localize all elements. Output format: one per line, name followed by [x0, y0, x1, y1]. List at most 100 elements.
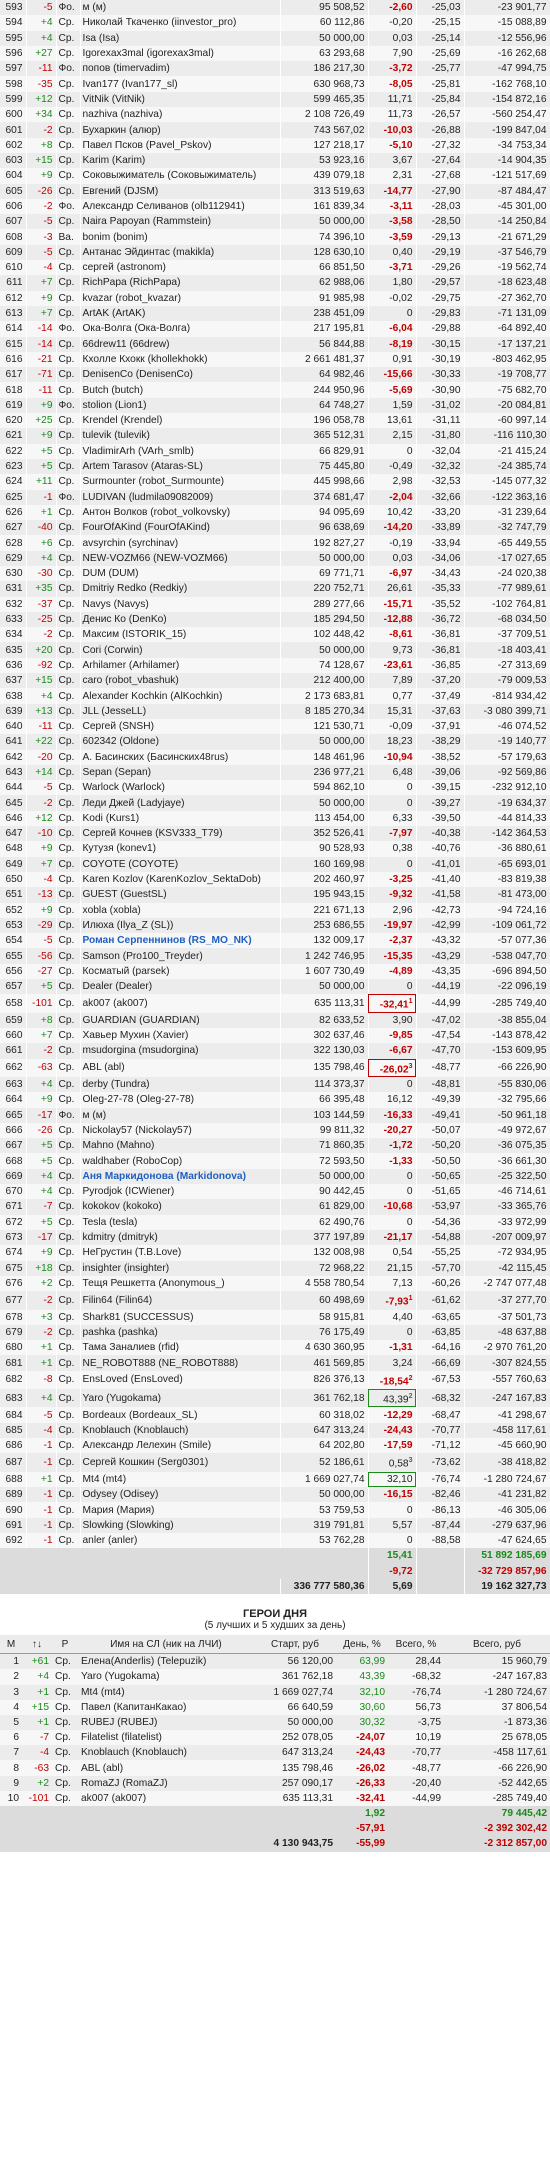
table-row[interactable]: 629 +4 Ср. NEW-VOZM66 (NEW-VOZM66) 50 000,00… — [0, 550, 550, 566]
hero-row[interactable]: 2 +4 Ср. Yaro (Yugokama) 361 762,18 43,39 -68,… — [0, 1669, 550, 1685]
table-row[interactable]: 688 +1 Ср. Mt4 (mt4) 1 669 027,74 32,10 -76,74… — [0, 1471, 550, 1488]
table-row[interactable]: 682 -8 Ср. EnsLoved (EnsLoved) 826 376,13 -18… — [0, 1370, 550, 1390]
table-row[interactable]: 633 -25 Ср. Денис Ко (DenKo) 185 294,50 -12,8… — [0, 611, 550, 628]
hero-row[interactable]: 5 +1 Ср. RUBEJ (RUBEJ) 50 000,00 30,32 -3,75 -1… — [0, 1714, 550, 1731]
table-row[interactable]: 679 -2 Ср. pashka (pashka) 76 175,49 0 -63,85-… — [0, 1324, 550, 1341]
table-row[interactable]: 625 -1 Фо. LUDIVAN (ludmila09082009) 374 681… — [0, 489, 550, 505]
table-row[interactable]: 648 +9 Ср. Кутузя (konev1) 90 528,93 0,38 -40,… — [0, 841, 550, 857]
table-row[interactable]: 622 +5 Ср. VladimirArh (VArh_smlb) 66 829,91… — [0, 443, 550, 459]
table-row[interactable]: 681 +1 Ср. NE_ROBOT888 (NE_ROBOT888) 461 569… — [0, 1355, 550, 1371]
table-row[interactable]: 638 +4 Ср. Alexander Kochkin (AlKochkin) 2 1… — [0, 688, 550, 704]
table-row[interactable]: 597 -11 Фо. попов (timervadim) 186 217,30 -3,… — [0, 61, 550, 77]
table-row[interactable]: 605 -26 Ср. Евгений (DJSM) 313 519,63 -14,77-… — [0, 183, 550, 199]
table-row[interactable]: 659 +8 Ср. GUARDIAN (GUARDIAN) 82 633,52 3,90… — [0, 1012, 550, 1028]
hero-row[interactable]: 7 -4 Ср. Knoblauch (Knoblauch) 647 313,24 -24… — [0, 1745, 550, 1761]
table-row[interactable]: 604 +9 Ср. Соковыжиматель (Соковыжиматель) 4… — [0, 168, 550, 184]
table-row[interactable]: 637 +15 Ср. caro (robot_vbashuk) 212 400,00 7… — [0, 673, 550, 689]
table-row[interactable]: 677 -2 Ср. Filin64 (Filin64) 60 498,69 -7,931… — [0, 1291, 550, 1310]
table-row[interactable]: 651 -13 Ср. GUEST (GuestSL) 195 943,15 -9,32-… — [0, 887, 550, 903]
table-row[interactable]: 685 -4 Ср. Knoblauch (Knoblauch) 647 313,24-… — [0, 1422, 550, 1439]
table-row[interactable]: 623 +5 Ср. Artem Tarasov (Ataras-SL) 75 445,… — [0, 458, 550, 475]
hero-row[interactable]: 6 -7 Ср. Filatelist (filatelist) 252 078,05-… — [0, 1730, 550, 1746]
table-row[interactable]: 667 +5 Ср. Mahno (Mahno) 71 860,35 -1,72 -50,2… — [0, 1138, 550, 1154]
table-row[interactable]: 661 -2 Ср. msudorgina (msudorgina) 322 130,0… — [0, 1043, 550, 1059]
table-row[interactable]: 646 +12 Ср. Kodi (Kurs1) 113 454,00 6,33 -39,5… — [0, 810, 550, 827]
table-row[interactable]: 600 +34 Ср. nazhiva (nazhiva) 2 108 726,49 11… — [0, 107, 550, 123]
hero-row[interactable]: 10 -101 Ср. ak007 (ak007) 635 113,31 -32,41 -4… — [0, 1790, 550, 1807]
table-row[interactable]: 658 -101 Ср. ak007 (ak007) 635 113,31 -32,411… — [0, 994, 550, 1013]
table-row[interactable]: 612 +9 Ср. kvazar (robot_kvazar) 91 985,98 -0… — [0, 290, 550, 306]
table-row[interactable]: 662 -63 Ср. ABL (abl) 135 798,46 -26,023 -48,7… — [0, 1058, 550, 1077]
table-row[interactable]: 642 -20 Ср. А. Басинских (Басинских48rus) 14… — [0, 749, 550, 765]
table-row[interactable]: 650 -4 Ср. Karen Kozlov (KarenKozlov_SektaD… — [0, 871, 550, 888]
table-row[interactable]: 609 -5 Ср. Антанас Эйдинтас (makikla) 128 63… — [0, 244, 550, 261]
table-row[interactable]: 670 +4 Ср. Pyrodjok (ICWiener) 90 442,45 0 -51… — [0, 1184, 550, 1200]
table-row[interactable]: 653 -29 Ср. Илюха (Ilya_Z (SL)) 253 686,55 -1… — [0, 917, 550, 934]
table-row[interactable]: 645 -2 Ср. Леди Джей (Ladyjaye) 50 000,00 0 -3… — [0, 795, 550, 811]
table-row[interactable]: 687 -1 Ср. Сергей Кошкин (Serg0301) 52 186,6… — [0, 1453, 550, 1472]
hero-row[interactable]: 9 +2 Ср. RomaZJ (RomaZJ) 257 090,17 -26,33 -20… — [0, 1775, 550, 1791]
table-row[interactable]: 660 +7 Ср. Хавьер Мухин (Xavier) 302 637,46-… — [0, 1027, 550, 1044]
table-row[interactable]: 607 -5 Ср. Naira Papoyan (Rammstein) 50 000,… — [0, 214, 550, 230]
table-row[interactable]: 603 +15 Ср. Karim (Karim) 53 923,16 3,67 -27,6… — [0, 152, 550, 169]
table-row[interactable]: 663 +4 Ср. derby (Tundra) 114 373,37 0 -48,81-… — [0, 1076, 550, 1093]
table-row[interactable]: 602 +8 Ср. Павел Псков (Pavel_Pskov) 127 218… — [0, 137, 550, 153]
table-row[interactable]: 676 +2 Ср. Тещя Решкетта (Anonymous_) 4 558 … — [0, 1275, 550, 1292]
table-row[interactable]: 640 -11 Ср. Сергей (SNSH) 121 530,71 -0,09 -37… — [0, 718, 550, 735]
table-row[interactable]: 641 +22 Ср. 602342 (Oldone) 50 000,00 18,23 -3… — [0, 734, 550, 750]
table-row[interactable]: 668 +5 Ср. waldhaber (RoboCop) 72 593,50 -1,3… — [0, 1153, 550, 1169]
table-row[interactable]: 656 -27 Ср. Косматый (parsek) 1 607 730,49 -4… — [0, 963, 550, 979]
table-row[interactable]: 678 +3 Ср. Shark81 (SUCCESSUS) 58 915,81 4,40… — [0, 1309, 550, 1325]
table-row[interactable]: 619 +9 Фо. stolion (Lion1) 64 748,27 1,59 -31,… — [0, 397, 550, 414]
table-row[interactable]: 601 -2 Ср. Бухаркин (алюр) 743 567,02 -10,03-… — [0, 122, 550, 138]
table-row[interactable]: 675 +18 Ср. insighter (insighter) 72 968,22 2… — [0, 1260, 550, 1276]
table-row[interactable]: 627 -40 Ср. FourOfAKind (FourOfAKind) 96 638… — [0, 520, 550, 536]
table-row[interactable]: 613 +7 Ср. ArtAK (ArtAK) 238 451,09 0 -29,83 -7… — [0, 305, 550, 322]
table-row[interactable]: 673 -17 Ср. kdmitry (dmitryk) 377 197,89 -21,… — [0, 1229, 550, 1246]
table-row[interactable]: 672 +5 Ср. Tesla (tesla) 62 490,76 0 -54,36 -33… — [0, 1214, 550, 1230]
table-row[interactable]: 657 +5 Ср. Dealer (Dealer) 50 000,00 0 -44,19-… — [0, 979, 550, 995]
table-row[interactable]: 664 +9 Ср. Oleg-27-78 (Oleg-27-78) 66 395,48… — [0, 1092, 550, 1108]
table-row[interactable]: 628 +6 Ср. avsyrchin (syrchinav) 192 827,27-… — [0, 535, 550, 551]
table-row[interactable]: 606 -2 Фо. Александр Селиванов (olb112941) 1… — [0, 198, 550, 215]
hero-row[interactable]: 4 +15 Ср. Павел (КапитанКакао) 66 640,59 30,6… — [0, 1699, 550, 1715]
table-row[interactable]: 665 -17 Фо. м (м) 103 144,59 -16,33 -49,41 -50 … — [0, 1107, 550, 1123]
hero-row[interactable]: 1 +61 Ср. Елена(Anderlis) (Telepuzik) 56 120… — [0, 1653, 550, 1670]
table-row[interactable]: 593 -5 Фо. м (м) 95 508,52 -2,60 -25,03 -23 901… — [0, 0, 550, 16]
table-row[interactable]: 690 -1 Ср. Мария (Мария) 53 759,53 0 -86,13 -46… — [0, 1502, 550, 1518]
table-row[interactable]: 636 -92 Ср. Arhilamer (Arhilamer) 74 128,67-… — [0, 657, 550, 674]
table-row[interactable]: 684 -5 Ср. Bordeaux (Bordeaux_SL) 60 318,02-… — [0, 1407, 550, 1423]
table-row[interactable]: 595 +4 Ср. Isa (Isa) 50 000,00 0,03 -25,14 -12 … — [0, 30, 550, 46]
table-row[interactable]: 666 -26 Ср. Nickolay57 (Nickolay57) 99 811,3… — [0, 1122, 550, 1139]
table-row[interactable]: 652 +9 Ср. xobla (xobla) 221 671,13 2,96 -42,7… — [0, 902, 550, 918]
table-row[interactable]: 630 -30 Ср. DUM (DUM) 69 771,71 -6,97 -34,43 -2… — [0, 565, 550, 582]
table-row[interactable]: 683 +4 Ср. Yaro (Yugokama) 361 762,18 43,392-… — [0, 1389, 550, 1408]
table-row[interactable]: 616 -21 Ср. Кхолле Кхокк (khollekhokk) 2 661… — [0, 351, 550, 368]
table-row[interactable]: 689 -1 Ср. Odysey (Odisey) 50 000,00 -16,15 -8… — [0, 1487, 550, 1503]
table-row[interactable]: 655 -56 Ср. Samson (Pro100_Treyder) 1 242 74… — [0, 948, 550, 964]
table-row[interactable]: 691 -1 Ср. Slowking (Slowking) 319 791,81 5,5… — [0, 1517, 550, 1533]
table-row[interactable]: 643 +14 Ср. Sepan (Sepan) 236 977,21 6,48 -39,… — [0, 764, 550, 781]
table-row[interactable]: 596 +27 Ср. Igorexax3mal (igorexax3mal) 63 2… — [0, 45, 550, 62]
table-row[interactable]: 617 -71 Ср. DenisenCo (DenisenCo) 64 982,46-… — [0, 367, 550, 383]
table-row[interactable]: 614 -14 Фо. Ока-Волга (Ока-Волга) 217 195,81… — [0, 321, 550, 337]
table-row[interactable]: 599 +12 Ср. VitNik (VitNik) 599 465,35 11,71-… — [0, 91, 550, 108]
table-row[interactable]: 634 -2 Ср. Максим (ISTORIK_15) 102 448,42 -8,… — [0, 627, 550, 643]
table-row[interactable]: 594 +4 Ср. Николай Ткаченко (iinvestor_pro)… — [0, 15, 550, 31]
hero-row[interactable]: 3 +1 Ср. Mt4 (mt4) 1 669 027,74 32,10 -76,74 -1… — [0, 1684, 550, 1700]
table-row[interactable]: 644 -5 Ср. Warlock (Warlock) 594 862,10 0 -39,… — [0, 780, 550, 796]
table-row[interactable]: 610 -4 Ср. сергей (astronom) 66 851,50 -3,71-… — [0, 260, 550, 276]
table-row[interactable]: 671 -7 Ср. kokokov (kokoko) 61 829,00 -10,68-… — [0, 1199, 550, 1215]
table-row[interactable]: 686 -1 Ср. Александр Лелехин (Smile) 64 202,… — [0, 1438, 550, 1454]
table-row[interactable]: 674 +9 Ср. НеГрустин (T.B.Love) 132 008,98 0,… — [0, 1245, 550, 1261]
table-row[interactable]: 598 -35 Ср. Ivan177 (Ivan177_sl) 630 968,73-… — [0, 76, 550, 92]
table-row[interactable]: 639 +13 Ср. JLL (JesseLL) 8 185 270,34 15,31-… — [0, 703, 550, 719]
table-row[interactable]: 654 -5 Ср. Роман Серпеннинов (RS_MO_NK) 132 … — [0, 933, 550, 949]
table-row[interactable]: 635 +20 Ср. Cori (Corwin) 50 000,00 9,73 -36,8… — [0, 642, 550, 658]
table-row[interactable]: 631 +35 Ср. Dmitriy Redko (Redkiy) 220 752,7… — [0, 581, 550, 597]
table-row[interactable]: 647 -10 Ср. Сергей Кочнев (KSV333_T79) 352 5… — [0, 826, 550, 842]
table-row[interactable]: 669 +4 Ср. Аня Маркидонова (Markidonova) 50 … — [0, 1168, 550, 1185]
table-row[interactable]: 615 -14 Ср. 66drew11 (66drew) 56 844,88 -8,19… — [0, 336, 550, 352]
table-row[interactable]: 618 -11 Ср. Butch (butch) 244 950,96 -5,69 -30… — [0, 382, 550, 398]
table-row[interactable]: 649 +7 Ср. COYOTE (COYOTE) 160 169,98 0 -41,01… — [0, 856, 550, 872]
